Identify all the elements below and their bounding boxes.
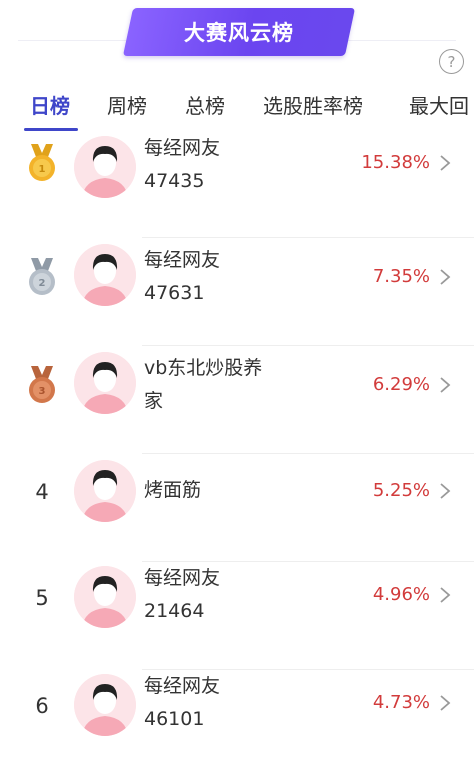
ranking-row[interactable]: 1 每经网友 47435 15.38% [0, 130, 474, 238]
user-name-line2: 家 [144, 390, 164, 412]
tab-overall[interactable]: 总榜 [185, 90, 225, 119]
user-name-line2: 47435 [144, 170, 205, 192]
page-title: 大赛风云榜 [184, 21, 294, 45]
user-name: 每经网友 [144, 249, 221, 271]
return-percent: 6.29% [372, 374, 430, 395]
avatar [74, 460, 136, 522]
avatar [74, 352, 136, 414]
ranking-row[interactable]: 4 烤面筋 5.25% [0, 454, 474, 562]
tab-weekly[interactable]: 周榜 [107, 90, 147, 119]
ranking-row[interactable]: 6 每经网友 46101 4.73% [0, 670, 474, 757]
gold-medal-icon: 1 [29, 144, 55, 181]
svg-text:3: 3 [39, 386, 46, 397]
user-name: 每经网友 [144, 675, 221, 697]
svg-text:2: 2 [39, 278, 46, 289]
ranking-row[interactable]: 3 vb东北炒股养 家 6.29% [0, 346, 474, 454]
help-icon[interactable]: ? [439, 49, 464, 74]
user-name: vb东北炒股养 [144, 357, 263, 379]
header: 大赛风云榜 ? [0, 0, 474, 78]
tab-daily[interactable]: 日榜 [30, 90, 70, 119]
return-percent: 4.73% [372, 692, 430, 713]
avatar [74, 674, 136, 736]
chevron-right-icon [440, 695, 451, 711]
user-name: 烤面筋 [144, 479, 202, 501]
chevron-right-icon [440, 377, 451, 393]
return-percent: 15.38% [361, 152, 430, 173]
return-percent: 5.25% [372, 480, 430, 501]
user-name-line2: 47631 [144, 282, 205, 304]
user-name-line2: 21464 [144, 600, 205, 622]
avatar [74, 244, 136, 306]
rank-number: 5 [35, 586, 49, 610]
leaderboard-page: 大赛风云榜 ? 日榜 周榜 总榜 选股胜率榜 最大回 1 每经网友 47435 … [0, 0, 474, 757]
tab-win-rate[interactable]: 选股胜率榜 [263, 90, 363, 119]
chevron-right-icon [440, 155, 451, 171]
return-percent: 4.96% [372, 584, 430, 605]
ranking-row[interactable]: 2 每经网友 47631 7.35% [0, 238, 474, 346]
svg-text:1: 1 [39, 164, 46, 175]
avatar [74, 136, 136, 198]
rank-number: 6 [35, 694, 49, 718]
bronze-medal-icon: 3 [29, 366, 55, 403]
avatar [74, 566, 136, 628]
silver-medal-icon: 2 [29, 258, 55, 295]
user-name: 每经网友 [144, 137, 221, 159]
user-name: 每经网友 [144, 567, 221, 589]
chevron-right-icon [440, 483, 451, 499]
tab-max-drawdown[interactable]: 最大回 [409, 90, 469, 119]
chevron-right-icon [440, 269, 451, 285]
chevron-right-icon [440, 587, 451, 603]
return-percent: 7.35% [372, 266, 430, 287]
user-name-line2: 46101 [144, 708, 205, 730]
rank-number: 4 [35, 480, 49, 504]
ranking-row[interactable]: 5 每经网友 21464 4.96% [0, 562, 474, 670]
